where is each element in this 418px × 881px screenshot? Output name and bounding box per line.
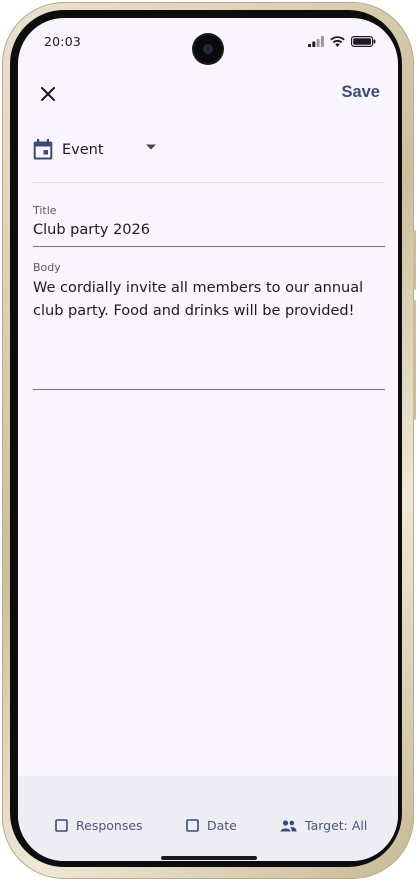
home-indicator[interactable] (161, 856, 257, 860)
wifi-icon (330, 35, 345, 47)
target-selector[interactable]: Target: All (280, 818, 367, 833)
phone-side-button (413, 300, 416, 420)
close-button[interactable] (30, 76, 66, 112)
post-type-dropdown[interactable]: Event (33, 138, 385, 164)
body-textarea-underline (33, 389, 385, 390)
close-icon (41, 87, 55, 101)
title-input-underline (33, 246, 385, 247)
status-time: 20:03 (44, 34, 82, 49)
front-camera (194, 35, 222, 63)
date-label: Date (207, 818, 237, 833)
checkbox-icon (55, 819, 68, 832)
bottom-options-bar: Responses Date Target: All (18, 776, 398, 861)
dropdown-arrow-icon (146, 144, 156, 150)
group-icon (280, 819, 297, 831)
signal-icon (308, 35, 324, 47)
title-input[interactable]: Club party 2026 (33, 222, 150, 238)
battery-icon (351, 35, 376, 47)
top-app-bar: Save (18, 74, 398, 130)
save-button[interactable]: Save (341, 83, 380, 102)
body-field-label: Body (33, 261, 61, 274)
divider (33, 182, 385, 183)
status-bar: 20:03 (18, 18, 398, 66)
checkbox-icon (186, 819, 199, 832)
calendar-icon (33, 139, 53, 160)
body-textarea[interactable]: We cordially invite all members to our a… (33, 277, 385, 323)
status-icons (308, 35, 376, 47)
title-field-label: Title (33, 204, 57, 217)
date-toggle[interactable]: Date (186, 818, 237, 833)
post-type-selected: Event (62, 142, 104, 158)
target-label: Target: All (305, 818, 368, 833)
responses-toggle[interactable]: Responses (55, 818, 143, 833)
screen: 20:03 Save Event Title Club party 2026 B… (18, 18, 398, 861)
responses-label: Responses (76, 818, 143, 833)
phone-side-button (413, 230, 416, 290)
